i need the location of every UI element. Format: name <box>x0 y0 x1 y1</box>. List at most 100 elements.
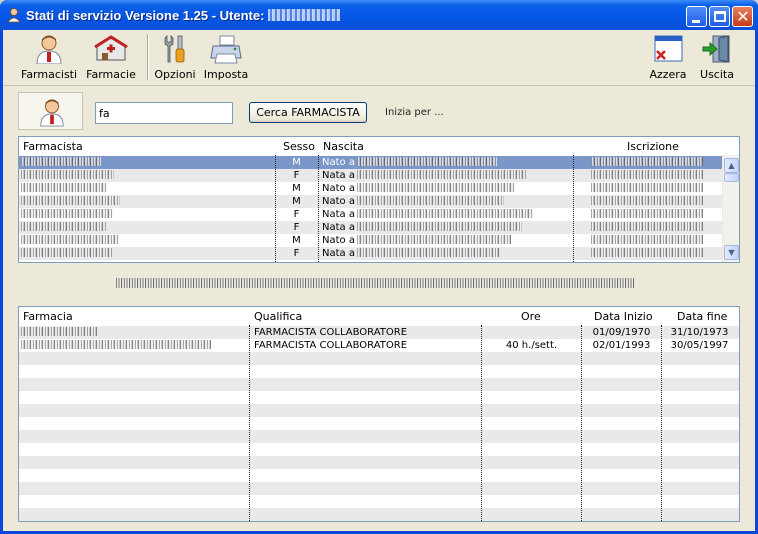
column-divider <box>573 155 574 262</box>
table-row[interactable]: FARMACISTA COLLABORATORE 01/09/1970 31/10/… <box>19 326 739 339</box>
table-row[interactable]: F Nata a <box>19 169 723 182</box>
imposta-button[interactable]: Imposta <box>203 32 249 84</box>
table-row[interactable]: FARMACISTA COLLABORATORE 40 h./sett. 02/01… <box>19 339 739 352</box>
empty-row <box>19 365 739 378</box>
azzera-button[interactable]: Azzera <box>647 32 689 84</box>
empty-row <box>19 378 739 391</box>
tools-icon <box>164 35 185 63</box>
maximize-button[interactable] <box>709 6 730 27</box>
sesso-cell: M <box>292 183 301 194</box>
table-row[interactable]: M Nato a <box>19 234 723 247</box>
pharmacist-name-redacted <box>21 208 273 221</box>
title-bar[interactable]: Stati di servizio Versione 1.25 - Utente… <box>0 0 758 30</box>
redacted-text <box>591 248 703 257</box>
pharmacists-table[interactable]: Farmacista Sesso Nascita Iscrizione M Nat… <box>18 136 740 263</box>
empty-row <box>19 443 739 456</box>
pharmacist-name-redacted <box>21 195 273 208</box>
pharmacist-name-redacted <box>21 169 273 182</box>
redacted-text <box>591 235 703 244</box>
scroll-up-button[interactable]: ▲ <box>724 158 739 173</box>
redacted-text <box>21 222 106 231</box>
pharmacist-name-redacted <box>21 182 273 195</box>
search-hint: Inizia per ... <box>385 107 444 118</box>
printer-icon <box>210 35 242 64</box>
pharmacist-icon <box>36 35 62 64</box>
table-row[interactable]: F Nata a <box>19 208 723 221</box>
services-header: Farmacia Qualifica Ore Data Inizio Data … <box>19 307 739 325</box>
uscita-button[interactable]: Uscita <box>695 32 739 84</box>
column-divider <box>318 155 319 262</box>
empty-row <box>19 417 739 430</box>
pharmacist-name-redacted <box>21 247 273 260</box>
user-icon <box>7 8 21 23</box>
toolbar-separator <box>147 34 149 80</box>
table-row[interactable]: M Nato a <box>19 195 723 208</box>
nascita-label: Nato a <box>322 235 355 246</box>
toolbar: Farmacisti Farmacie Opzioni Imposta Azze… <box>3 30 755 86</box>
redacted-text <box>21 248 112 257</box>
search-input[interactable] <box>95 102 233 124</box>
nascita-label: Nata a <box>322 170 355 181</box>
col-data-fine[interactable]: Data fine <box>677 310 727 323</box>
close-button[interactable]: ✕ <box>732 6 753 27</box>
redacted-username <box>268 9 341 21</box>
sesso-cell: F <box>293 248 300 259</box>
redacted-text <box>591 183 703 192</box>
data-fine-cell: 31/10/1973 <box>670 327 729 338</box>
opzioni-label: Opzioni <box>154 68 196 81</box>
redacted-text <box>21 340 211 349</box>
col-nascita[interactable]: Nascita <box>323 140 364 153</box>
redacted-text <box>21 209 113 218</box>
maximize-icon <box>714 11 726 22</box>
nascita-label: Nata a <box>322 222 355 233</box>
sesso-cell: F <box>293 209 300 220</box>
scroll-down-button[interactable]: ▼ <box>724 245 739 260</box>
farmacisti-button[interactable]: Farmacisti <box>21 32 77 84</box>
col-data-inizio[interactable]: Data Inizio <box>594 310 653 323</box>
col-iscrizione[interactable]: Iscrizione <box>627 140 679 153</box>
farmacie-button[interactable]: Farmacie <box>83 32 139 84</box>
col-farmacista[interactable]: Farmacista <box>23 140 83 153</box>
redacted-text <box>21 157 101 166</box>
empty-row <box>19 482 739 495</box>
farmacie-label: Farmacie <box>86 68 136 81</box>
empty-row <box>19 404 739 417</box>
exit-door-icon <box>702 35 730 63</box>
col-ore[interactable]: Ore <box>521 310 541 323</box>
table-row[interactable]: F Nata a <box>19 247 723 260</box>
farmacia-cell-redacted <box>21 339 247 352</box>
empty-row <box>19 430 739 443</box>
nascita-label: Nata a <box>322 248 355 259</box>
farmacia-cell-redacted <box>21 326 247 339</box>
search-button[interactable]: Cerca FARMACISTA <box>249 102 367 123</box>
nascita-cell: Nato a <box>322 182 572 195</box>
iscrizione-cell <box>591 234 721 247</box>
uscita-label: Uscita <box>700 68 734 81</box>
col-qualifica[interactable]: Qualifica <box>254 310 302 323</box>
pharmacist-name-redacted <box>21 156 273 169</box>
table-row[interactable]: M Nato a <box>19 182 723 195</box>
redacted-text <box>591 170 703 179</box>
pharmacists-header: Farmacista Sesso Nascita Iscrizione <box>19 137 723 155</box>
pharmacists-scrollbar[interactable]: ▲ ▼ <box>722 155 739 262</box>
pharmacist-icon <box>40 99 64 127</box>
scroll-thumb[interactable] <box>724 173 739 182</box>
redacted-text <box>21 196 120 205</box>
table-row[interactable]: M Nato a <box>19 156 723 169</box>
redacted-text <box>356 170 526 179</box>
services-table[interactable]: Farmacia Qualifica Ore Data Inizio Data … <box>18 306 740 522</box>
table-row[interactable]: F Nata a <box>19 221 723 234</box>
col-sesso[interactable]: Sesso <box>283 140 315 153</box>
pharmacist-name-redacted <box>21 234 273 247</box>
column-divider <box>481 325 482 521</box>
iscrizione-cell <box>591 169 721 182</box>
app-window: Stati di servizio Versione 1.25 - Utente… <box>0 0 758 534</box>
empty-row <box>19 352 739 365</box>
col-farmacia[interactable]: Farmacia <box>23 310 73 323</box>
nascita-cell: Nata a <box>322 247 572 260</box>
opzioni-button[interactable]: Opzioni <box>153 32 197 84</box>
column-divider <box>275 155 276 262</box>
sesso-cell: M <box>292 157 301 168</box>
minimize-button[interactable] <box>686 6 707 27</box>
minimize-icon <box>692 20 700 23</box>
